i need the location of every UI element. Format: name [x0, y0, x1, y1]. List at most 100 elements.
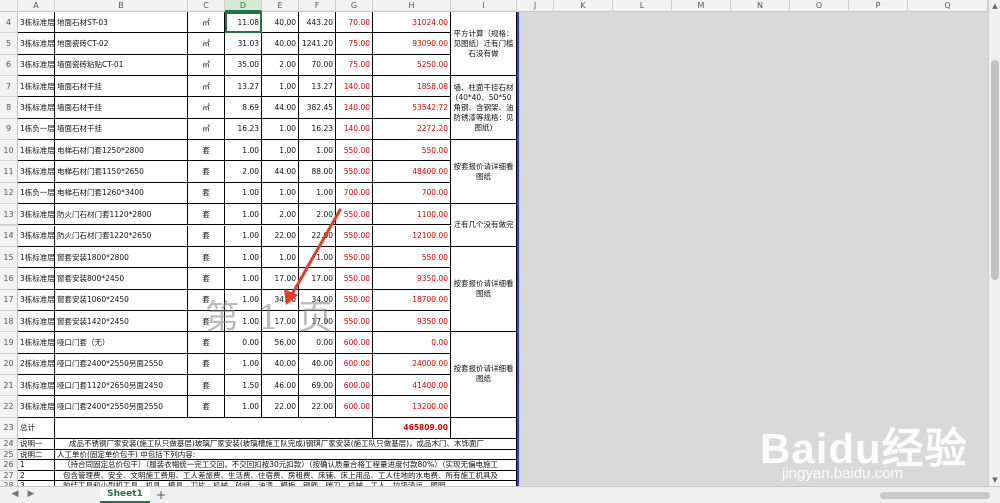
cell-g[interactable]: 600.00: [336, 374, 373, 397]
cell-c[interactable]: 套: [188, 140, 225, 162]
cell-h[interactable]: 48400.00: [373, 161, 451, 183]
cell-b[interactable]: 墙面石材干挂: [55, 76, 188, 98]
column-header-b[interactable]: B: [55, 0, 188, 12]
add-sheet-icon[interactable]: +: [156, 487, 166, 503]
column-header-l[interactable]: L: [613, 0, 672, 12]
cell-g[interactable]: 70.00: [336, 12, 373, 34]
cell-d[interactable]: 1.50: [225, 374, 262, 397]
cell-b[interactable]: 防火门石材门套1220*2650: [55, 225, 188, 247]
cell-e[interactable]: 1.00: [262, 76, 299, 98]
cell-g[interactable]: 140.00: [336, 76, 373, 98]
row-header[interactable]: 16: [0, 268, 18, 290]
cell-d[interactable]: 1.00: [225, 353, 262, 375]
cell-e[interactable]: 44.00: [262, 97, 299, 119]
cell-h[interactable]: 1858.08: [373, 76, 451, 98]
cell-c[interactable]: 套: [188, 396, 225, 418]
row-header[interactable]: 18: [0, 310, 18, 333]
cell-d[interactable]: 2.00: [225, 161, 262, 183]
text-row-content[interactable]: 包含管理费、安全、文明施工费用、工人差旅费、生活费、住宿费、房租费、床铺、床上用…: [55, 470, 517, 481]
column-header-e[interactable]: E: [262, 0, 299, 12]
cell-f[interactable]: 17.00: [299, 268, 336, 290]
cell-b[interactable]: 墙面石材干挂: [55, 97, 188, 119]
column-header-h[interactable]: H: [373, 0, 451, 12]
cell-b[interactable]: 电梯石材门套1260*3400: [55, 182, 188, 205]
cell-c[interactable]: ㎡: [188, 54, 225, 77]
cell-a[interactable]: 2栋标准层: [18, 353, 55, 375]
cell-f[interactable]: 40.00: [299, 353, 336, 375]
cell-e[interactable]: 2.00: [262, 54, 299, 77]
cell-a[interactable]: 1栋标准层: [18, 332, 55, 354]
cell-h[interactable]: 1100.00: [373, 204, 451, 226]
cell-g[interactable]: 550.00: [336, 246, 373, 269]
cell-a[interactable]: 1栋负一层: [18, 118, 55, 141]
cell-b[interactable]: 防火门石材门套1120*2800: [55, 204, 188, 226]
cell-c[interactable]: 套: [188, 204, 225, 226]
cell-a[interactable]: 3栋标准层: [18, 374, 55, 397]
row-header[interactable]: 27: [0, 470, 18, 481]
row-header[interactable]: 19: [0, 332, 18, 354]
cell-f[interactable]: 22.00: [299, 396, 336, 418]
cell-h[interactable]: 9350.00: [373, 310, 451, 333]
column-header-c[interactable]: C: [188, 0, 225, 12]
cell-d[interactable]: 1.00: [225, 225, 262, 247]
vertical-scrollbar[interactable]: ▲ ▼: [988, 0, 1000, 486]
cell-f[interactable]: 2.00: [299, 204, 336, 226]
cell-c[interactable]: 套: [188, 225, 225, 247]
cell-d[interactable]: 1.00: [225, 246, 262, 269]
cell-a[interactable]: 3栋标准层: [18, 33, 55, 55]
cell-h[interactable]: 700.00: [373, 182, 451, 205]
row-header[interactable]: 20: [0, 353, 18, 375]
cell-c[interactable]: 套: [188, 374, 225, 397]
note-cell[interactable]: 按套报价请详细看图纸: [451, 140, 517, 205]
cell-g[interactable]: 140.00: [336, 118, 373, 141]
note-cell[interactable]: 迁有几个没有做完: [451, 204, 517, 247]
cell-d[interactable]: 11.08: [225, 12, 262, 34]
cell-b[interactable]: 哑口门套（无）: [55, 332, 188, 354]
cell-h[interactable]: 18700.00: [373, 289, 451, 311]
cell-h[interactable]: 5250.00: [373, 54, 451, 77]
cell-d[interactable]: 1.00: [225, 396, 262, 418]
row-header[interactable]: 11: [0, 161, 18, 183]
column-header-d[interactable]: D: [225, 0, 262, 12]
cell-c[interactable]: 套: [188, 332, 225, 354]
cell-e[interactable]: 1.00: [262, 140, 299, 162]
cell-f[interactable]: 88.00: [299, 161, 336, 183]
cell-b[interactable]: 电梯石材门套1250*2800: [55, 140, 188, 162]
cell-e[interactable]: 17.00: [262, 268, 299, 290]
note-cell[interactable]: 按套报价请详细看图纸: [451, 332, 517, 418]
cell-a[interactable]: 1栋标准层: [18, 76, 55, 98]
tab-scroll-right-icon[interactable]: ▶: [24, 489, 38, 499]
text-row-content[interactable]: （持合同固定总价包干）（服装衣帽统一完工交回，不交回扣按30元扣款）（按确认质量…: [55, 460, 517, 471]
column-header-k[interactable]: K: [554, 0, 613, 12]
row-header[interactable]: 12: [0, 182, 18, 205]
row-header[interactable]: 6: [0, 54, 18, 77]
text-row-label[interactable]: 2: [18, 470, 55, 481]
row-header[interactable]: 4: [0, 12, 18, 34]
cell-c[interactable]: 套: [188, 310, 225, 333]
cell-g[interactable]: 550.00: [336, 204, 373, 226]
cell-d[interactable]: 8.69: [225, 97, 262, 119]
note-cell[interactable]: 墙、柱面干挂石材(40*40、50*50角钢、含钢架、油防锈漆等规格：见图纸): [451, 76, 517, 141]
cell-f[interactable]: 34.00: [299, 289, 336, 311]
cell-d[interactable]: 1.00: [225, 140, 262, 162]
cell-c[interactable]: 套: [188, 182, 225, 205]
cell-f[interactable]: 16.23: [299, 118, 336, 141]
cell-b[interactable]: 哑口门套2400*2550另面2550: [55, 353, 188, 375]
cell-e[interactable]: 1.00: [262, 118, 299, 141]
cell-e[interactable]: 22.00: [262, 225, 299, 247]
cell-e[interactable]: 40.00: [262, 12, 299, 34]
row-header[interactable]: 5: [0, 33, 18, 55]
cell-b[interactable]: 墙面石材干挂: [55, 118, 188, 141]
worksheet-grid[interactable]: 3栋标准层 地面石材ST-03 ㎡ 11.08 40.00 443.20 70.00 3102…: [18, 12, 517, 486]
cell-a[interactable]: 1栋负一层: [18, 182, 55, 205]
cell-e[interactable]: 46.00: [262, 374, 299, 397]
row-header[interactable]: 17: [0, 289, 18, 311]
cell-e[interactable]: 22.00: [262, 396, 299, 418]
cell-d[interactable]: 1.00: [225, 204, 262, 226]
row-header[interactable]: 22: [0, 396, 18, 418]
cell-f[interactable]: 0.00: [299, 332, 336, 354]
row-header[interactable]: 13: [0, 204, 18, 226]
cell-h[interactable]: 13200.00: [373, 396, 451, 418]
cell-g[interactable]: 550.00: [336, 225, 373, 247]
cell-h[interactable]: 12100.00: [373, 225, 451, 247]
